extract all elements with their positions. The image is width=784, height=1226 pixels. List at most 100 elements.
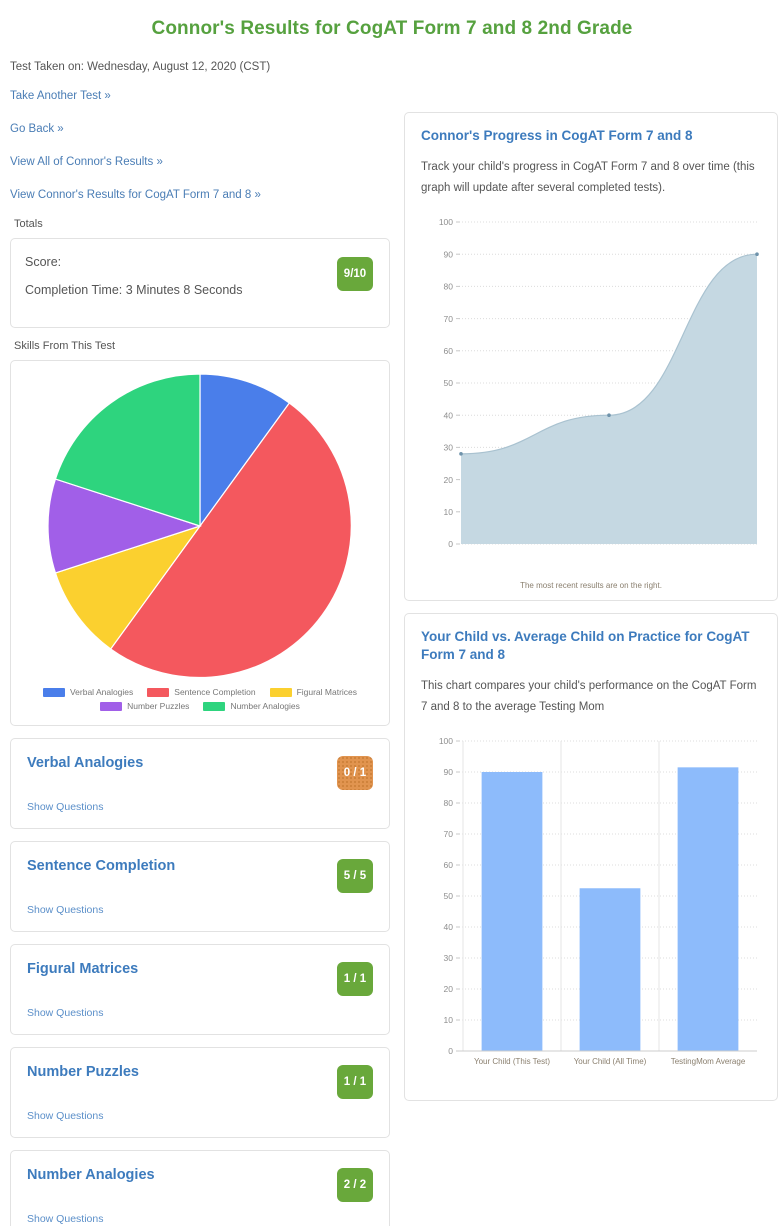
show-questions-link[interactable]: Show Questions	[27, 1213, 103, 1225]
go-back-link[interactable]: Go Back »	[10, 123, 64, 135]
y-tick-label: 10	[444, 1015, 454, 1025]
completion-time: Completion Time: 3 Minutes 8 Seconds	[25, 283, 243, 297]
skill-score-badge: 1 / 1	[337, 1065, 373, 1099]
progress-card-description: Track your child's progress in CogAT For…	[421, 161, 755, 195]
skill-card-figural-matrices[interactable]: Figural Matrices Show Questions 1 / 1	[10, 944, 390, 1035]
skill-card-verbal-analogies[interactable]: Verbal Analogies Show Questions 0 / 1	[10, 738, 390, 829]
y-tick-label: 0	[448, 539, 453, 549]
y-tick-label: 40	[444, 410, 454, 420]
skill-score-badge: 5 / 5	[337, 859, 373, 893]
show-questions-link[interactable]: Show Questions	[27, 1110, 103, 1122]
y-tick-label: 60	[444, 346, 454, 356]
show-questions-link[interactable]: Show Questions	[27, 1007, 103, 1019]
legend-label: Sentence Completion	[174, 687, 256, 697]
y-tick-label: 10	[444, 507, 454, 517]
compare-card-description: This chart compares your child's perform…	[421, 680, 757, 714]
progress-card-title: Connor's Progress in CogAT Form 7 and 8	[421, 128, 693, 143]
area-fill	[461, 253, 757, 544]
compare-bar-chart: 0 10 20 30 40 50 60 70 80 90 100 Your Child (This T…	[421, 733, 761, 1090]
skills-section-label: Skills From This Test	[14, 340, 116, 352]
pie-chart-svg	[47, 373, 352, 679]
x-tick-label: Your Child (This Test)	[474, 1057, 550, 1066]
y-tick-label: 50	[444, 891, 454, 901]
skill-name: Number Analogies	[27, 1167, 155, 1183]
progress-chart-caption: The most recent results are on the right…	[520, 580, 662, 590]
legend-swatch	[269, 687, 292, 697]
bar[interactable]	[481, 771, 543, 1051]
pie-legend-item[interactable]: Figural Matrices	[269, 687, 358, 697]
total-score-badge: 9/10	[337, 257, 373, 291]
test-taken-date: Test Taken on: Wednesday, August 12, 202…	[10, 61, 271, 73]
bar-chart-svg: 0 10 20 30 40 50 60 70 80 90 100 Your Child (This T…	[439, 736, 757, 1066]
skill-score-badge: 2 / 2	[337, 1168, 373, 1202]
legend-label: Number Puzzles	[127, 701, 190, 711]
data-point[interactable]	[607, 413, 611, 417]
skill-score-badge: 0 / 1	[337, 756, 373, 790]
legend-swatch	[147, 687, 170, 697]
take-another-test-link[interactable]: Take Another Test »	[10, 90, 111, 102]
area-chart-svg: 0 10 20 30 40 50 60 70 80 90 100	[439, 217, 759, 549]
compare-card-title: Your Child vs. Average Child on Practice…	[421, 628, 750, 662]
y-tick-label: 80	[444, 798, 454, 808]
link-row: View Connor's Results for CogAT Form 7 a…	[10, 185, 390, 203]
skills-pie-card: Verbal Analogies Sentence Completion Figur…	[10, 360, 390, 726]
compare-card: Your Child vs. Average Child on Practice…	[404, 612, 778, 1101]
view-all-results-link[interactable]: View All of Connor's Results »	[10, 156, 163, 168]
pie-legend-item[interactable]: Verbal Analogies	[42, 687, 134, 697]
show-questions-link[interactable]: Show Questions	[27, 801, 103, 813]
totals-section-label: Totals	[14, 218, 43, 230]
pie-legend-item[interactable]: Number Analogies	[203, 701, 300, 711]
totals-card: Score: Completion Time: 3 Minutes 8 Seco…	[10, 238, 390, 328]
y-tick-label: 0	[448, 1046, 453, 1056]
skill-name: Verbal Analogies	[27, 755, 144, 771]
score-label: Score:	[25, 255, 62, 269]
legend-label: Number Analogies	[230, 701, 300, 711]
pie-legend: Verbal Analogies Sentence Completion Figur…	[17, 687, 383, 717]
y-tick-label: 70	[444, 829, 454, 839]
y-tick-label: 50	[444, 378, 454, 388]
y-tick-label: 30	[444, 442, 454, 452]
page-title: Connor's Results for CogAT Form 7 and 8 …	[151, 18, 633, 39]
link-row: Go Back »	[10, 119, 390, 137]
bar[interactable]	[579, 887, 641, 1051]
skill-card-number-analogies[interactable]: Number Analogies Show Questions 2 / 2	[10, 1150, 390, 1226]
skill-card-sentence-completion[interactable]: Sentence Completion Show Questions 5 / 5	[10, 841, 390, 932]
pie-legend-item[interactable]: Number Puzzles	[100, 701, 189, 711]
legend-label: Figural Matrices	[296, 687, 358, 697]
legend-swatch	[203, 701, 226, 711]
content-columns: Test Taken on: Wednesday, August 12, 202…	[0, 40, 784, 1226]
skill-name: Sentence Completion	[27, 858, 176, 874]
bar[interactable]	[677, 767, 739, 1051]
y-tick-label: 100	[439, 736, 453, 746]
link-row: Take Another Test »	[10, 86, 390, 104]
skill-name: Figural Matrices	[27, 961, 139, 977]
data-point[interactable]	[755, 252, 759, 256]
view-cogat-results-link[interactable]: View Connor's Results for CogAT Form 7 a…	[10, 189, 261, 201]
y-tick-label: 60	[444, 860, 454, 870]
link-row: View All of Connor's Results »	[10, 152, 390, 170]
y-tick-label: 100	[439, 217, 453, 227]
skill-name: Number Puzzles	[27, 1064, 139, 1080]
results-page: Connor's Results for CogAT Form 7 and 8 …	[0, 0, 784, 1226]
skill-card-number-puzzles[interactable]: Number Puzzles Show Questions 1 / 1	[10, 1047, 390, 1138]
skill-score-badge: 1 / 1	[337, 962, 373, 996]
legend-label: Verbal Analogies	[69, 687, 134, 697]
y-tick-label: 90	[444, 249, 454, 259]
show-questions-link[interactable]: Show Questions	[27, 904, 103, 916]
data-point[interactable]	[459, 451, 463, 456]
left-column: Test Taken on: Wednesday, August 12, 202…	[10, 40, 390, 1226]
pie-legend-item[interactable]: Sentence Completion	[147, 687, 256, 697]
x-tick-label: Your Child (All Time)	[574, 1057, 647, 1066]
y-tick-label: 70	[444, 314, 454, 324]
y-tick-label: 20	[444, 475, 454, 485]
progress-area-chart: 0 10 20 30 40 50 60 70 80 90 100 The most recent r…	[421, 214, 761, 590]
right-column: Connor's Progress in CogAT Form 7 and 8 …	[404, 40, 778, 1113]
action-links: Take Another Test » Go Back » View All o…	[10, 86, 390, 203]
y-tick-label: 80	[444, 281, 454, 291]
y-tick-label: 30	[444, 953, 454, 963]
pie-chart	[17, 371, 383, 681]
y-tick-label: 20	[444, 984, 454, 994]
progress-card: Connor's Progress in CogAT Form 7 and 8 …	[404, 112, 778, 601]
legend-swatch	[100, 701, 123, 711]
y-tick-label: 90	[444, 767, 454, 777]
